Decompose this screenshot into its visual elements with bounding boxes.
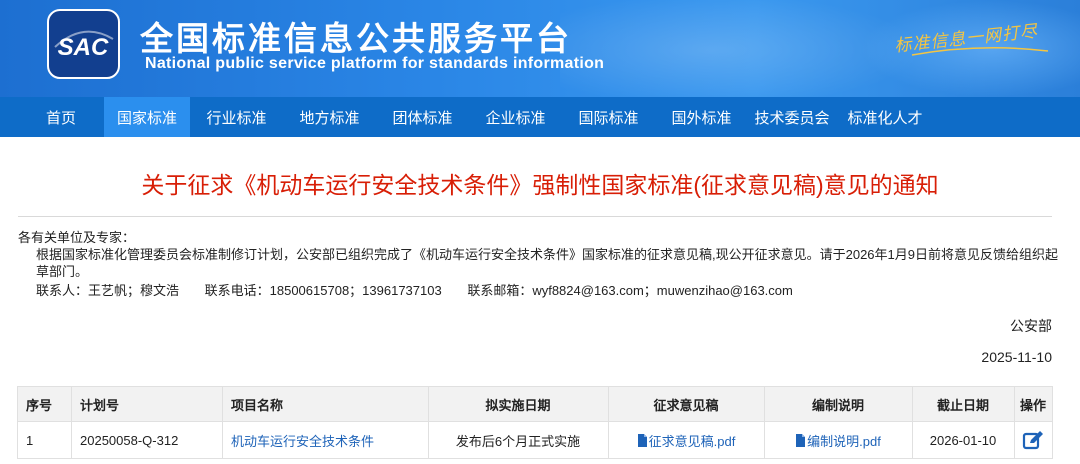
nav-item-international-standards[interactable]: 国际标准	[562, 97, 655, 137]
table-row: 1 20250058-Q-312 机动车运行安全技术条件 发布后6个月正式实施 …	[17, 421, 1053, 459]
notice-date: 2025-11-10	[981, 349, 1052, 365]
nav-item-industry-standards[interactable]: 行业标准	[190, 97, 283, 137]
notice-body: 各有关单位及专家： 根据国家标准化管理委员会标准制修订计划，公安部已组织完成了《…	[0, 217, 1080, 299]
logo-text: SAC	[58, 34, 109, 61]
col-explain: 编制说明	[764, 386, 913, 422]
site-header: SAC 全国标准信息公共服务平台 National public service…	[0, 0, 1080, 97]
nav-item-home[interactable]: 首页	[18, 97, 104, 137]
slogan-swoosh-decoration	[911, 47, 1049, 56]
project-name-link[interactable]: 机动车运行安全技术条件	[231, 434, 374, 449]
notice-salutation: 各有关单位及专家：	[18, 230, 136, 245]
notice-title: 关于征求《机动车运行安全技术条件》强制性国家标准(征求意见稿)意见的通知	[141, 172, 939, 198]
draft-pdf-label: 征求意见稿.pdf	[648, 433, 736, 449]
nav-item-group-standards[interactable]: 团体标准	[376, 97, 469, 137]
notice-paragraph: 根据国家标准化管理委员会标准制修订计划，公安部已组织完成了《机动车运行安全技术条…	[36, 247, 1058, 279]
sac-logo-icon[interactable]: SAC	[47, 9, 120, 79]
nav-item-foreign-standards[interactable]: 国外标准	[655, 97, 748, 137]
nav-item-standardization-talent[interactable]: 标准化人才	[836, 97, 934, 137]
col-name: 项目名称	[222, 386, 429, 422]
nav-item-local-standards[interactable]: 地方标准	[283, 97, 376, 137]
cell-action	[1014, 421, 1053, 459]
cell-deadline: 2026-01-10	[912, 421, 1015, 459]
col-seq: 序号	[17, 386, 72, 422]
cell-impl-date: 发布后6个月正式实施	[428, 421, 609, 459]
contact-email: 联系邮箱：wyf8824@163.com；muwenzihao@163.com	[467, 283, 793, 298]
cell-name: 机动车运行安全技术条件	[222, 421, 429, 459]
site-title-cn: 全国标准信息公共服务平台	[140, 20, 572, 57]
cell-explain: 编制说明.pdf	[764, 421, 913, 459]
nav-item-enterprise-standards[interactable]: 企业标准	[469, 97, 562, 137]
table-header-row: 序号 计划号 项目名称 拟实施日期 征求意见稿 编制说明 截止日期 操作	[17, 386, 1053, 422]
col-plan: 计划号	[71, 386, 223, 422]
main-nav: 首页 国家标准 行业标准 地方标准 团体标准 企业标准 国际标准 国外标准 技术…	[0, 97, 1080, 137]
col-impl-date: 拟实施日期	[428, 386, 609, 422]
explain-pdf-link[interactable]: 编制说明.pdf	[795, 433, 881, 449]
contact-person: 联系人：王艺帆；穆文浩	[36, 283, 180, 298]
explain-pdf-label: 编制说明.pdf	[807, 433, 881, 449]
col-draft: 征求意见稿	[608, 386, 765, 422]
col-deadline: 截止日期	[912, 386, 1015, 422]
draft-pdf-link[interactable]: 征求意见稿.pdf	[637, 433, 736, 449]
site-title-en: National public service platform for sta…	[145, 55, 605, 72]
notice-org: 公安部	[1010, 318, 1052, 334]
nav-item-technical-committee[interactable]: 技术委员会	[748, 97, 836, 137]
file-icon	[796, 433, 806, 447]
file-icon	[637, 433, 647, 447]
cell-draft: 征求意见稿.pdf	[608, 421, 765, 459]
edit-icon[interactable]	[1022, 430, 1044, 450]
standards-table: 序号 计划号 项目名称 拟实施日期 征求意见稿 编制说明 截止日期 操作 1 2…	[17, 386, 1053, 459]
cell-seq: 1	[17, 421, 72, 459]
col-action: 操作	[1014, 386, 1053, 422]
contact-phone: 联系电话：18500615708；13961737103	[204, 283, 442, 298]
nav-item-national-standards[interactable]: 国家标准	[104, 97, 190, 137]
notice-contact: 联系人：王艺帆；穆文浩 联系电话：18500615708；13961737103…	[18, 282, 1062, 299]
cell-plan: 20250058-Q-312	[71, 421, 223, 459]
